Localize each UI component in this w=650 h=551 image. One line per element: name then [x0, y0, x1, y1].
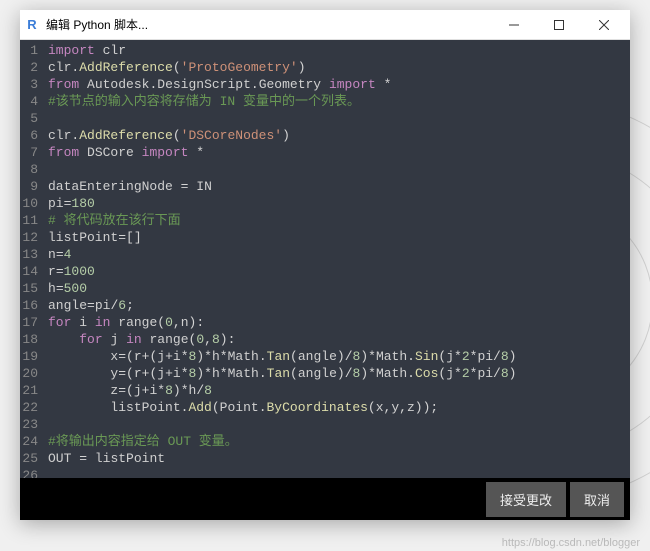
line-number: 25	[22, 450, 38, 467]
line-number: 24	[22, 433, 38, 450]
line-number: 11	[22, 212, 38, 229]
code-line[interactable]: for j in range(0,8):	[48, 331, 624, 348]
code-editor[interactable]: 1234567891011121314151617181920212223242…	[20, 40, 630, 478]
code-line[interactable]: h=500	[48, 280, 624, 297]
code-line[interactable]: #该节点的输入内容将存储为 IN 变量中的一个列表。	[48, 93, 624, 110]
minimize-button[interactable]	[491, 11, 536, 39]
code-line[interactable]	[48, 416, 624, 433]
code-line[interactable]: #将输出内容指定给 OUT 变量。	[48, 433, 624, 450]
line-number: 4	[22, 93, 38, 110]
dialog-buttonbar: 接受更改 取消	[20, 478, 630, 520]
line-number: 14	[22, 263, 38, 280]
line-number: 10	[22, 195, 38, 212]
line-number: 6	[22, 127, 38, 144]
line-number: 23	[22, 416, 38, 433]
code-line[interactable]: r=1000	[48, 263, 624, 280]
code-line[interactable]	[48, 110, 624, 127]
maximize-button[interactable]	[536, 11, 581, 39]
close-button[interactable]	[581, 11, 626, 39]
line-number: 21	[22, 382, 38, 399]
line-number: 3	[22, 76, 38, 93]
code-line[interactable]: clr.AddReference('DSCoreNodes')	[48, 127, 624, 144]
code-line[interactable]: n=4	[48, 246, 624, 263]
window-title: 编辑 Python 脚本...	[46, 16, 491, 33]
titlebar-buttons	[491, 11, 626, 39]
line-number: 17	[22, 314, 38, 331]
line-number: 18	[22, 331, 38, 348]
code-line[interactable]: listPoint.Add(Point.ByCoordinates(x,y,z)…	[48, 399, 624, 416]
code-line[interactable]: x=(r+(j+i*8)*h*Math.Tan(angle)/8)*Math.S…	[48, 348, 624, 365]
line-number: 16	[22, 297, 38, 314]
line-number: 5	[22, 110, 38, 127]
line-number: 2	[22, 59, 38, 76]
code-line[interactable]	[48, 161, 624, 178]
code-line[interactable]: dataEnteringNode = IN	[48, 178, 624, 195]
titlebar: R 编辑 Python 脚本...	[20, 10, 630, 40]
line-number-gutter: 1234567891011121314151617181920212223242…	[20, 40, 42, 478]
line-number: 12	[22, 229, 38, 246]
code-line[interactable]: for i in range(0,n):	[48, 314, 624, 331]
cancel-button[interactable]: 取消	[570, 482, 624, 517]
line-number: 20	[22, 365, 38, 382]
watermark-text: https://blog.csdn.net/blogger	[502, 537, 640, 549]
code-content[interactable]: import clrclr.AddReference('ProtoGeometr…	[42, 40, 630, 478]
line-number: 7	[22, 144, 38, 161]
code-line[interactable]: OUT = listPoint	[48, 450, 624, 467]
line-number: 13	[22, 246, 38, 263]
code-line[interactable]: # 将代码放在该行下面	[48, 212, 624, 229]
code-line[interactable]: pi=180	[48, 195, 624, 212]
app-icon: R	[24, 17, 40, 33]
code-line[interactable]: y=(r+(j+i*8)*h*Math.Tan(angle)/8)*Math.C…	[48, 365, 624, 382]
line-number: 19	[22, 348, 38, 365]
line-number: 15	[22, 280, 38, 297]
line-number: 1	[22, 42, 38, 59]
code-line[interactable]: angle=pi/6;	[48, 297, 624, 314]
code-line[interactable]: from DSCore import *	[48, 144, 624, 161]
accept-changes-button[interactable]: 接受更改	[486, 482, 566, 517]
code-line[interactable]: from Autodesk.DesignScript.Geometry impo…	[48, 76, 624, 93]
code-line[interactable]: z=(j+i*8)*h/8	[48, 382, 624, 399]
line-number: 22	[22, 399, 38, 416]
code-line[interactable]	[48, 467, 624, 478]
line-number: 9	[22, 178, 38, 195]
line-number: 26	[22, 467, 38, 478]
code-line[interactable]: clr.AddReference('ProtoGeometry')	[48, 59, 624, 76]
python-editor-dialog: R 编辑 Python 脚本... 1234567891011121314151…	[20, 10, 630, 520]
line-number: 8	[22, 161, 38, 178]
code-line[interactable]: import clr	[48, 42, 624, 59]
code-line[interactable]: listPoint=[]	[48, 229, 624, 246]
